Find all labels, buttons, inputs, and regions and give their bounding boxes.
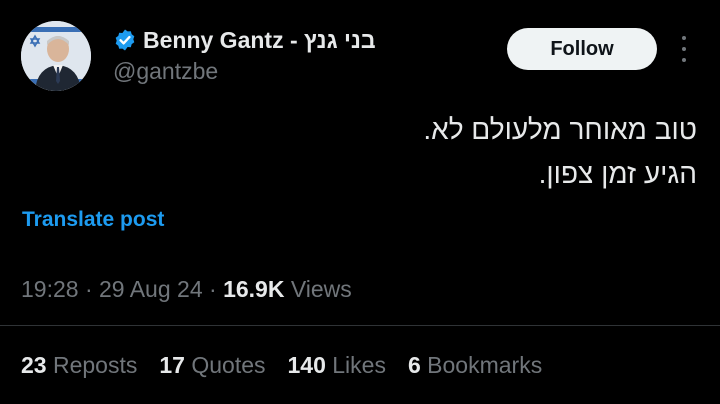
dot (682, 36, 686, 40)
separator: · (209, 276, 217, 302)
name-row[interactable]: Benny Gantz - בני גנץ (113, 24, 376, 56)
post-text: טוב מאוחר מלעולם לא. הגיע זמן צפון. (423, 108, 697, 196)
post-date[interactable]: 29 Aug 24 (99, 276, 203, 302)
dot (682, 58, 686, 62)
bookmarks-label: Bookmarks (427, 352, 543, 378)
avatar-photo-icon (21, 21, 91, 91)
likes-stat[interactable]: 140 Likes (288, 352, 386, 379)
likes-count: 140 (287, 352, 326, 378)
author-info: Benny Gantz - בני גנץ @gantzbe (113, 24, 376, 86)
bookmarks-stat[interactable]: 6 Bookmarks (408, 352, 542, 379)
quotes-label: Quotes (191, 352, 266, 378)
separator: · (84, 276, 93, 302)
post-line: טוב מאוחר מלעולם לא. (423, 114, 697, 145)
quotes-count: 17 (159, 352, 185, 378)
views-count: 16.9K (223, 276, 285, 302)
likes-label: Likes (332, 352, 386, 378)
user-handle[interactable]: @gantzbe (113, 56, 376, 86)
quotes-stat[interactable]: 17 Quotes (159, 352, 265, 379)
post-meta: 19:28 · 29 Aug 24 · 16.9K Views (21, 276, 352, 303)
bookmarks-count: 6 (407, 352, 421, 378)
more-options-icon[interactable] (676, 36, 692, 62)
post-time[interactable]: 19:28 (21, 276, 79, 302)
reposts-stat[interactable]: 23 Reposts (21, 352, 137, 379)
engagement-stats: 23 Reposts 17 Quotes 140 Likes 6 Bookmar… (21, 352, 564, 379)
reposts-label: Reposts (52, 352, 138, 378)
verified-badge-icon (115, 29, 135, 51)
post-line: הגיע זמן צפון. (538, 158, 697, 189)
avatar[interactable] (21, 21, 91, 91)
views-label: Views (290, 276, 352, 302)
follow-button[interactable]: Follow (507, 28, 657, 70)
dot (682, 47, 686, 51)
reposts-count: 23 (21, 352, 47, 378)
display-name[interactable]: Benny Gantz - בני גנץ (143, 27, 376, 54)
translate-post-link[interactable]: Translate post (22, 208, 164, 232)
divider (0, 325, 720, 326)
